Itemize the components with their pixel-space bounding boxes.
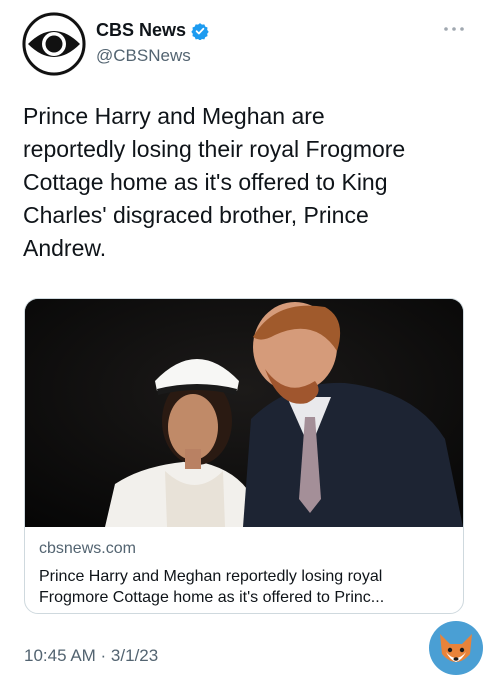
card-title-line: Frogmore Cottage home as it's offered to…	[39, 589, 385, 606]
tweet-text-line: Cottage home as it's offered to King	[23, 169, 388, 195]
display-name[interactable]: CBS News	[96, 20, 186, 41]
verified-badge-icon	[191, 22, 209, 41]
fox-logo-icon	[428, 620, 484, 676]
tweet-text: Prince Harry and Meghan are reportedly l…	[23, 100, 453, 265]
card-title-line: Prince Harry and Meghan reportedly losin…	[39, 568, 383, 585]
tweet-header: CBS News @CBSNews	[22, 12, 467, 76]
tweet-text-line: Andrew.	[23, 235, 107, 261]
cbs-eye-logo-icon[interactable]	[22, 12, 86, 76]
handle[interactable]: @CBSNews	[96, 46, 191, 66]
tweet-text-line: reportedly losing their royal Frogmore	[23, 136, 406, 162]
more-dots-icon[interactable]	[441, 22, 467, 36]
tweet-text-line: Prince Harry and Meghan are	[23, 103, 325, 129]
link-card[interactable]: cbsnews.com Prince Harry and Meghan repo…	[24, 298, 464, 614]
card-domain: cbsnews.com	[39, 540, 136, 557]
timestamp[interactable]: 10:45 AM · 3/1/23	[24, 646, 158, 666]
tweet-text-line: Charles' disgraced brother, Prince	[23, 202, 369, 228]
card-title: Prince Harry and Meghan reportedly losin…	[39, 566, 451, 608]
name-row: CBS News	[96, 20, 209, 41]
article-photo[interactable]	[25, 299, 463, 527]
